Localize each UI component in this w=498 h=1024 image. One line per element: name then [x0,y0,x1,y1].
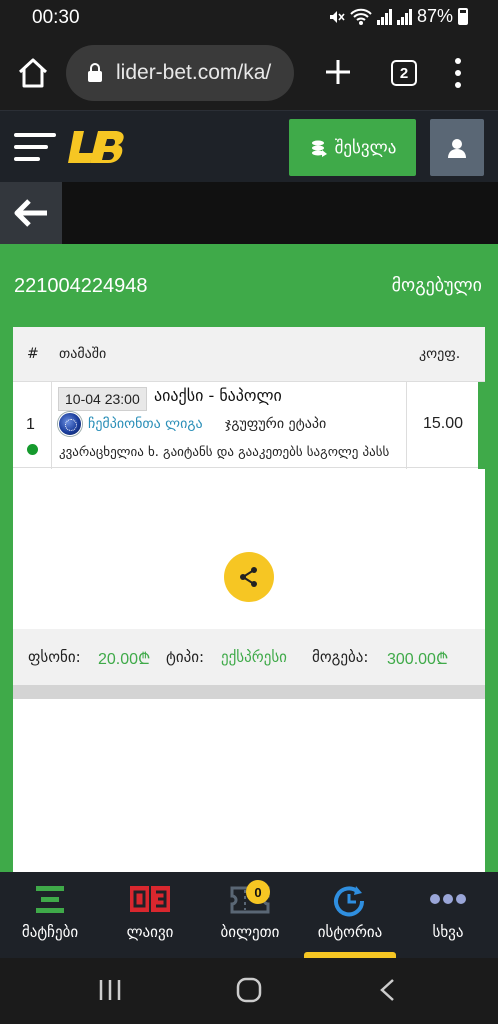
league-stage: ჯგუფური ეტაპი [225,416,327,432]
nav-label: სხვა [432,923,464,941]
tab-switcher-button[interactable]: 2 [391,60,417,86]
card-divider [13,685,485,699]
bet-id: 221004224948 [14,275,148,297]
nav-live[interactable]: ლაივი [100,872,200,958]
signal-icon-2 [396,8,412,25]
matches-icon [36,886,64,913]
signal-icon [376,8,392,25]
hamburger-menu-icon[interactable] [14,133,56,163]
table-header: # თამაში კოეფ. [13,327,485,381]
stake-label: ფსონი: [28,648,81,666]
nav-history[interactable]: ისტორია [300,872,400,958]
share-icon [240,567,257,587]
nav-label: ისტორია [317,923,383,941]
battery-icon [458,8,468,25]
nav-label: მატჩები [21,923,79,941]
status-bar: 00:30 87% [0,0,498,36]
bet-header: 221004224948 მოგებული [0,244,498,330]
won-accent-bar [478,382,486,469]
nav-matches[interactable]: მატჩები [0,872,100,958]
match-date: 10-04 23:00 [58,387,147,411]
champions-league-icon [58,412,82,436]
live-icon [130,886,170,912]
table-row[interactable]: 1 10-04 23:00 აიაქსი - ნაპოლი ჩემპიონთა … [13,381,486,469]
battery-percent: 87% [416,6,453,26]
sub-header [0,182,498,244]
row-number: 1 [26,416,35,433]
nav-more[interactable]: სხვა [398,872,498,958]
history-icon [334,886,365,917]
bet-status: მოგებული [391,275,482,296]
won-status-dot [27,444,38,455]
new-tab-icon[interactable] [322,56,354,88]
bet-details-card: # თამაში კოეფ. 1 10-04 23:00 აიაქსი - ნა… [13,327,486,872]
status-time: 00:30 [32,7,80,28]
user-button[interactable] [430,119,484,176]
win-value: 300.00₾ [387,651,449,668]
login-button[interactable]: შესვლა [289,119,416,176]
bet-summary: ფსონი: 20.00₾ ტიპი: ექსპრესი მოგება: 300… [13,629,485,685]
user-icon [448,138,466,158]
system-nav-bar [0,958,498,1024]
browser-toolbar: lider-bet.com/ka/ 2 [0,36,498,110]
recents-icon[interactable] [98,978,122,1002]
url-text: lider-bet.com/ka/ [116,61,272,84]
app-header: შესვლა [0,110,498,182]
stake-value: 20.00₾ [98,651,151,668]
nav-label: ლაივი [126,923,174,941]
url-bar[interactable]: lider-bet.com/ka/ [66,45,294,101]
coins-icon [311,140,327,157]
arrow-left-icon [14,199,47,227]
type-label: ტიპი: [166,648,205,666]
nav-label: ბილეთი [220,923,280,941]
back-nav-icon[interactable] [378,978,398,1002]
divider [406,382,407,469]
league-link[interactable]: ჩემპიონთა ლიგა [88,416,203,432]
wifi-icon [350,8,372,25]
divider [51,382,52,469]
home-icon[interactable] [16,56,50,90]
row-odds: 15.00 [422,415,464,432]
browser-menu-icon[interactable] [452,58,464,88]
col-game: თამაში [59,346,107,362]
mute-icon [329,10,345,23]
col-num: # [27,346,39,362]
col-odds: კოეფ. [419,346,461,362]
lock-icon [88,62,102,82]
share-button[interactable] [224,552,274,602]
login-label: შესვლა [334,137,397,158]
home-nav-icon[interactable] [236,977,262,1003]
back-button[interactable] [0,182,62,244]
status-icons: 87% [327,6,468,27]
match-name: აიაქსი - ნაპოლი [154,386,282,405]
more-icon [430,894,466,904]
bet-market: კვარაცხელია ხ. გაიტანს და გააკეთებს საგო… [59,445,390,460]
win-label: მოგება: [312,648,369,666]
liderbet-logo[interactable] [66,127,128,165]
ticket-count-badge: 0 [246,880,270,904]
type-value: ექსპრესი [221,648,287,666]
